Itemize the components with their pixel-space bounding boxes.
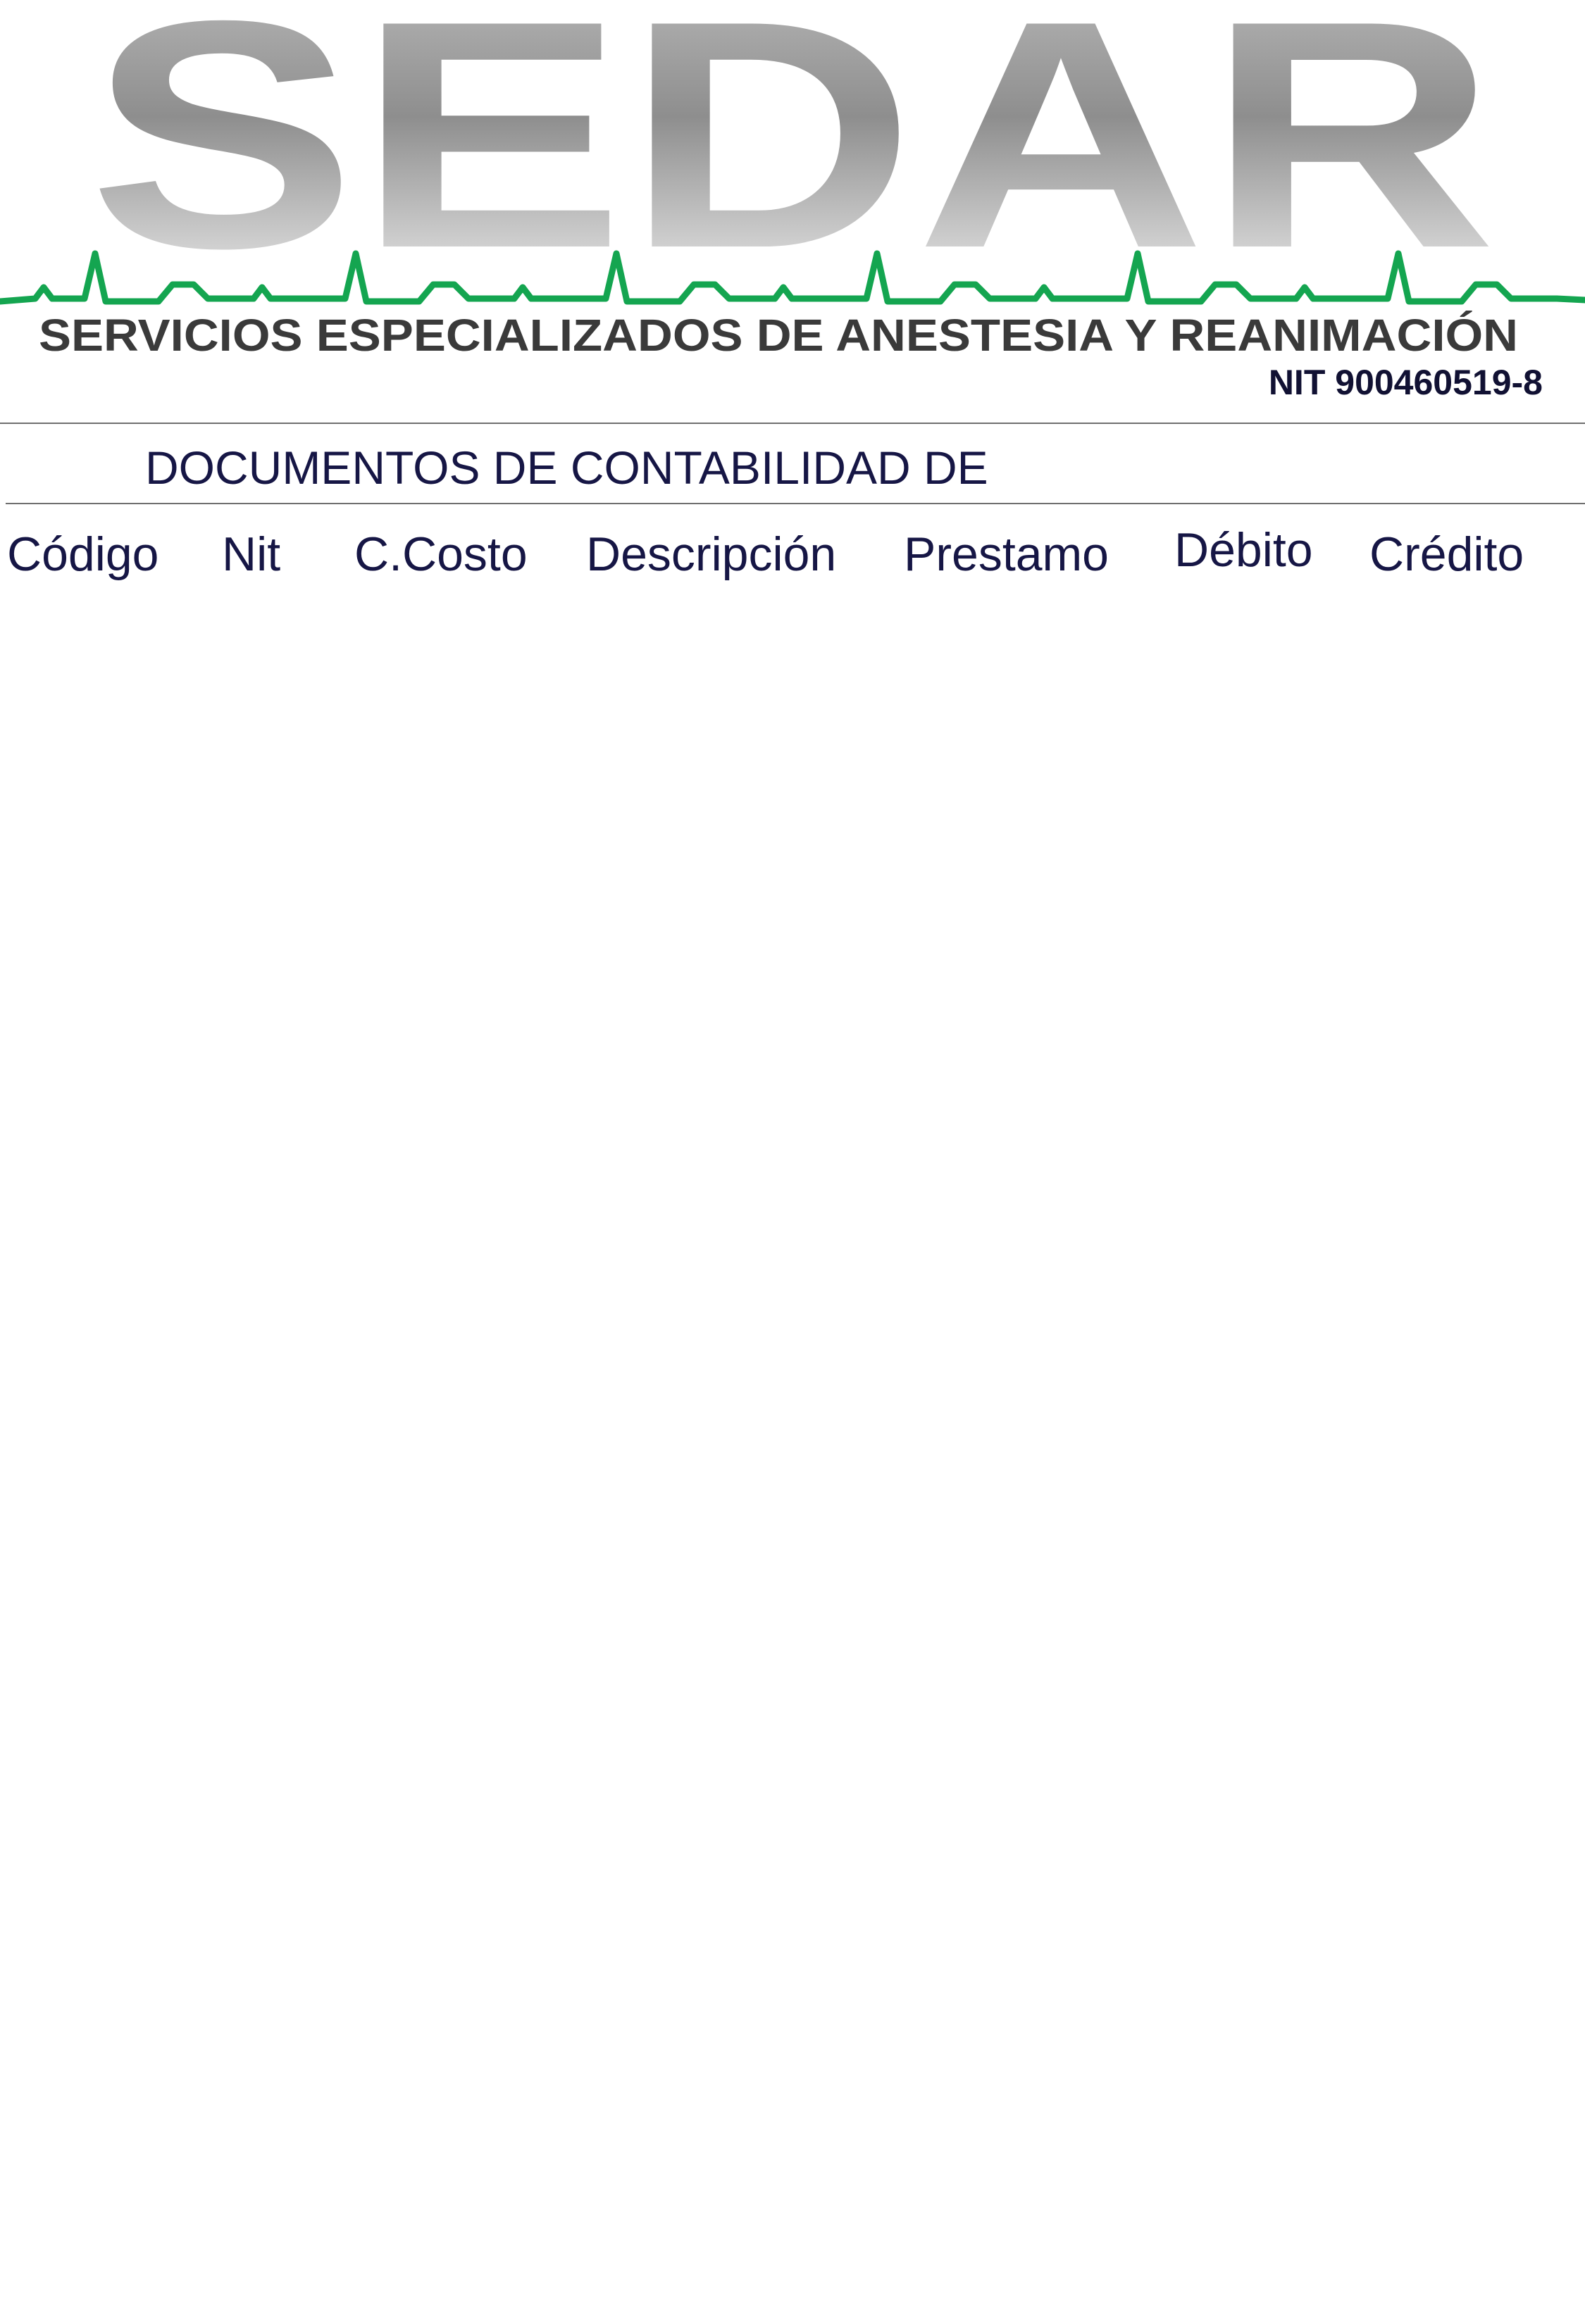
logo-wordmark: SEDAR bbox=[88, 0, 1497, 316]
column-header-c-costo: C.Costo bbox=[354, 527, 528, 581]
company-nit: NIT 900460519-8 bbox=[1268, 363, 1543, 402]
company-name: SERVICIOS ESPECIALIZADOS DE ANESTESIA Y … bbox=[39, 310, 1518, 352]
document-title: DOCUMENTOS DE CONTABILIDAD DE bbox=[145, 442, 988, 494]
divider-bottom bbox=[6, 503, 1585, 504]
column-header-credito: Crédito bbox=[1369, 527, 1524, 581]
sedar-logo: SEDAR SERVICIOS ESPECIALIZADOS DE ANESTE… bbox=[0, 0, 1585, 352]
column-header-descripcion: Descripción bbox=[586, 527, 837, 581]
divider-top bbox=[0, 423, 1585, 424]
column-header-codigo: Código bbox=[7, 527, 159, 581]
column-header-nit: Nit bbox=[222, 527, 281, 581]
column-header-debito: Débito bbox=[1174, 523, 1313, 577]
column-header-prestamo: Prestamo bbox=[904, 527, 1109, 581]
